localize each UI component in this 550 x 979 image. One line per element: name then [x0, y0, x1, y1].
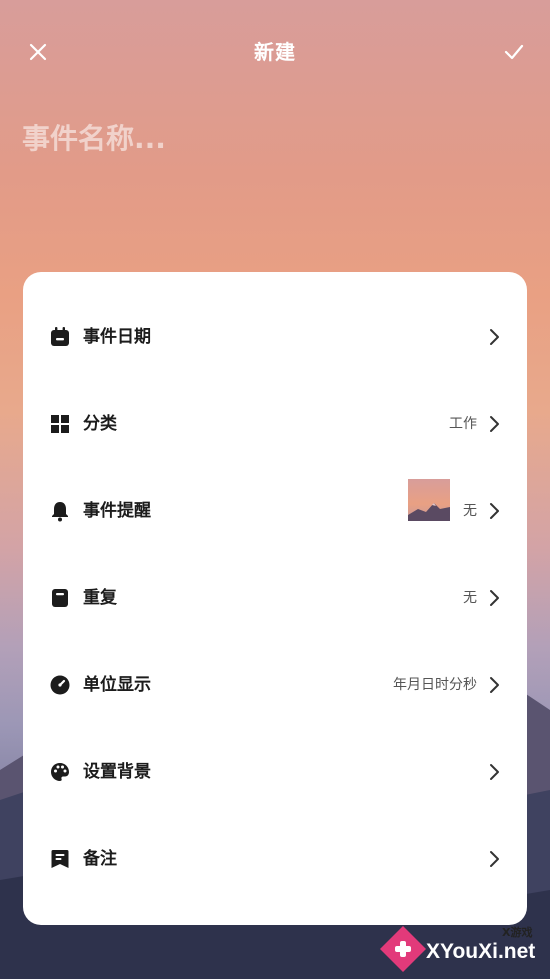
chevron-right-icon	[490, 677, 499, 693]
category-row[interactable]: 分类 工作	[23, 380, 527, 467]
settings-card: 事件日期 分类 工作 事件提醒 无 重复 无 单位显示 年月日时分秒 设置背景 …	[23, 272, 527, 925]
notes-label: 备注	[83, 849, 117, 869]
event-date-row[interactable]: 事件日期	[23, 293, 527, 380]
notes-row[interactable]: 备注	[23, 815, 527, 902]
chevron-right-icon	[490, 416, 499, 432]
repeat-value: 无	[463, 590, 477, 606]
clock-icon	[50, 675, 70, 695]
chevron-right-icon	[490, 503, 499, 519]
watermark-tag: X游戏	[502, 926, 533, 939]
reminder-row[interactable]: 事件提醒 无	[23, 467, 527, 554]
site-watermark: X游戏 XYouXi.net	[376, 922, 546, 976]
calendar-icon	[51, 327, 69, 346]
grid-icon	[51, 415, 69, 433]
reminder-label: 事件提醒	[83, 501, 151, 521]
repeat-row[interactable]: 重复 无	[23, 554, 527, 641]
unit-display-value: 年月日时分秒	[393, 677, 477, 693]
confirm-button[interactable]	[494, 32, 534, 72]
chevron-right-icon	[490, 329, 499, 345]
event-name-input[interactable]	[22, 112, 522, 164]
bookmark-note-icon	[51, 850, 69, 868]
note-icon	[52, 589, 68, 607]
repeat-label: 重复	[83, 588, 117, 608]
set-background-label: 设置背景	[83, 762, 151, 782]
watermark-site: XYouXi.net	[426, 940, 536, 963]
background-preview-image	[408, 479, 450, 521]
chevron-right-icon	[490, 851, 499, 867]
unit-display-row[interactable]: 单位显示 年月日时分秒	[23, 641, 527, 728]
category-label: 分类	[83, 414, 117, 434]
check-icon	[504, 44, 524, 60]
palette-icon	[51, 763, 69, 781]
chevron-right-icon	[490, 590, 499, 606]
set-background-row[interactable]: 设置背景	[23, 728, 527, 815]
chevron-right-icon	[490, 764, 499, 780]
page-title: 新建	[254, 40, 296, 64]
reminder-value: 无	[463, 503, 477, 519]
category-value: 工作	[449, 416, 477, 432]
bell-icon	[52, 502, 68, 522]
event-date-label: 事件日期	[83, 327, 151, 347]
top-bar: 新建	[0, 0, 550, 100]
background-thumbnail[interactable]	[408, 479, 450, 521]
unit-display-label: 单位显示	[83, 675, 151, 695]
gamepad-logo-icon	[380, 926, 426, 972]
